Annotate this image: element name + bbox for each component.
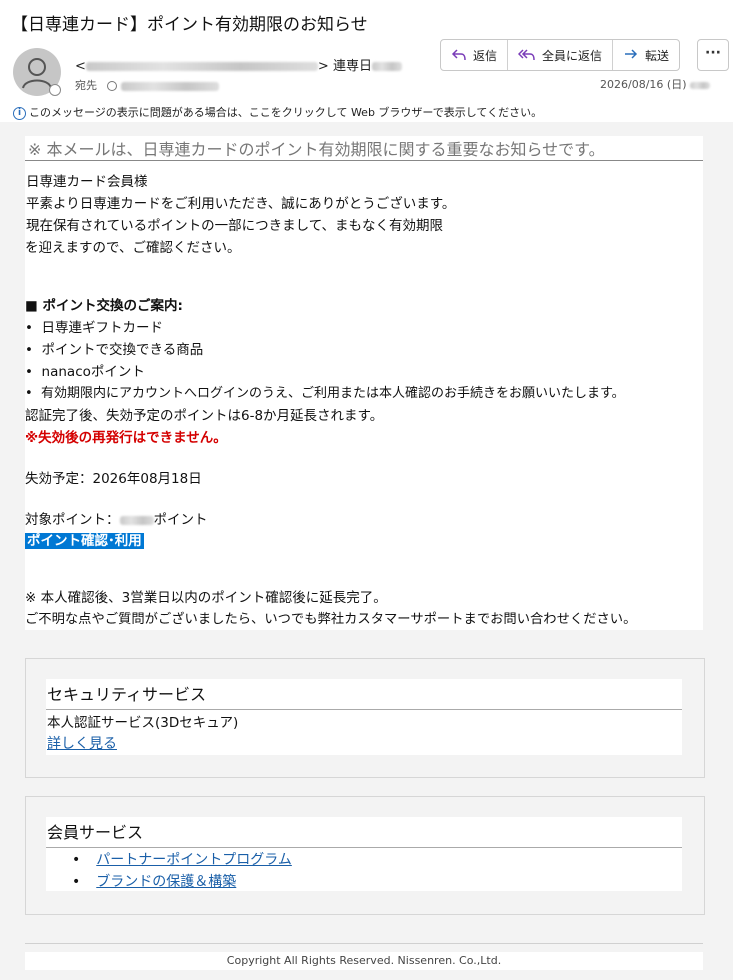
bullet-icon: •	[25, 364, 42, 380]
list-item: • 日専連ギフトカード	[25, 316, 163, 336]
cta-line: ポイント確認･利用	[25, 529, 144, 549]
security-divider	[46, 709, 682, 710]
warning-text: ※失効後の再発行はできません。	[25, 430, 227, 446]
points-value-redacted	[119, 515, 154, 525]
recipient-redacted[interactable]	[121, 81, 219, 91]
forward-button[interactable]: 転送	[613, 40, 679, 70]
forward-icon	[625, 49, 638, 59]
list-item: • ポイントで交換できる商品	[25, 338, 203, 358]
footer-copyright: Copyright All Rights Reserved. Nissenren…	[25, 952, 703, 970]
message-date: 2026/08/16 (日)	[600, 76, 710, 92]
time-redacted	[689, 81, 710, 89]
presence-status-icon	[49, 84, 61, 96]
list-item-text: 有効期限内にアカウントへログインのうえ、ご利用または本人確認のお手続きをお願いい…	[40, 386, 625, 401]
brand-protection-link[interactable]: ブランドの保護＆構築	[96, 874, 236, 890]
message-header: 【日専連カード】ポイント有効期限のお知らせ < > 連専日 宛先 返信 全員に返信…	[0, 0, 733, 122]
security-service-text: 本人認証サービス(3Dセキュア)	[47, 715, 239, 731]
list-item-text: ポイントで交換できる商品	[41, 342, 204, 358]
expiry-notice-line1: 現在保有されているポイントの一部につきまして、まもなく有効期限	[26, 218, 444, 234]
message-body: ※ 本メールは、日専連カードのポイント有効期限に関する重要なお知らせです。 日専…	[25, 136, 703, 630]
security-link-wrap: 詳しく見る	[47, 733, 117, 753]
security-service-title: セキュリティサービス	[47, 685, 207, 704]
security-service-panel: セキュリティサービス 本人認証サービス(3Dセキュア) 詳しく見る	[46, 679, 682, 755]
expiry-notice-line2: を迎えますので、ご確認ください。	[25, 240, 241, 256]
sender-open-bracket: <	[75, 59, 86, 74]
bullet-icon: •	[25, 320, 42, 336]
reply-button[interactable]: 返信	[441, 40, 509, 70]
member-service-title: 会員サービス	[47, 823, 144, 842]
message-subject: 【日専連カード】ポイント有効期限のお知らせ	[11, 15, 368, 35]
more-actions-button[interactable]: ···	[697, 39, 729, 71]
greeting: 日専連カード会員様	[26, 174, 148, 190]
points-prefix: 対象ポイント：	[25, 512, 120, 528]
list-item: • パートナーポイントプログラム	[72, 849, 292, 869]
to-label: 宛先	[75, 79, 97, 92]
sender-email-redacted	[85, 62, 318, 71]
bullet-icon: •	[72, 874, 81, 890]
recipient-status-icon	[107, 81, 117, 91]
reply-icon	[451, 49, 466, 61]
recipient-line: 宛先	[75, 77, 219, 93]
extension-completion-note: ※ 本人確認後、3営業日以内のポイント確認後に延長完了。	[25, 590, 387, 606]
reply-all-icon	[518, 49, 535, 61]
member-service-card: 会員サービス • パートナーポイントプログラム • ブランドの保護＆構築	[25, 796, 705, 915]
security-details-link[interactable]: 詳しく見る	[47, 736, 117, 752]
reply-all-button[interactable]: 全員に返信	[508, 40, 614, 70]
info-bar[interactable]: i このメッセージの表示に問題がある場合は、ここをクリックして Web ブラウザー…	[13, 104, 542, 120]
sender-close-bracket: >	[317, 59, 329, 74]
list-item: • ブランドの保護＆構築	[72, 871, 236, 891]
section-mark: ■	[25, 298, 38, 314]
target-points: 対象ポイント： ポイント	[25, 508, 208, 528]
list-item-text: nanacoポイント	[41, 364, 145, 380]
bullet-icon: •	[25, 342, 42, 358]
security-service-card: セキュリティサービス 本人認証サービス(3Dセキュア) 詳しく見る	[25, 658, 705, 778]
list-item: • nanacoポイント	[25, 360, 145, 380]
bullet-icon: •	[72, 852, 81, 868]
forward-label: 転送	[645, 48, 670, 63]
extension-note: 認証完了後、失効予定のポイントは6-8か月延長されます。	[25, 408, 384, 424]
section-title: ポイント交換のご案内:	[42, 298, 183, 314]
bullet-icon: •	[25, 386, 41, 401]
info-text: このメッセージの表示に問題がある場合は、ここをクリックして Web ブラウザーで…	[29, 106, 543, 119]
notice-divider	[25, 160, 703, 161]
member-service-panel: 会員サービス • パートナーポイントプログラム • ブランドの保護＆構築	[46, 817, 682, 891]
intro-paragraph: 平素より日専連カードをご利用いただき、誠にありがとうございます。	[26, 196, 456, 212]
support-contact-note: ご不明な点やご質問がございましたら、いつでも弊社カスタマーサポートまでお問い合わ…	[25, 612, 637, 627]
message-actions: 返信 全員に返信 転送	[440, 39, 681, 71]
footer-divider	[25, 943, 703, 944]
sender-name-redacted	[371, 62, 402, 71]
list-item: • 有効期限内にアカウントへログインのうえ、ご利用または本人確認のお手続きをお願…	[25, 382, 625, 401]
date-text: 2026/08/16 (日)	[600, 78, 687, 91]
section-heading: ■ ポイント交換のご案内:	[25, 294, 183, 314]
member-divider	[46, 847, 682, 848]
list-item-text: 日専連ギフトカード	[41, 320, 164, 336]
reply-label: 返信	[473, 48, 498, 63]
reply-all-label: 全員に返信	[542, 48, 603, 63]
expiry-date: 失効予定：2026年08月18日	[25, 471, 202, 487]
partner-program-link[interactable]: パートナーポイントプログラム	[96, 852, 292, 868]
notice-heading: ※ 本メールは、日専連カードのポイント有効期限に関する重要なお知らせです。	[28, 140, 605, 159]
points-confirm-link[interactable]: ポイント確認･利用	[25, 533, 144, 549]
sender-line[interactable]: < > 連専日	[75, 55, 402, 74]
info-icon: i	[13, 106, 26, 120]
points-suffix: ポイント	[153, 512, 208, 528]
sender-name: 連専日	[332, 59, 372, 74]
